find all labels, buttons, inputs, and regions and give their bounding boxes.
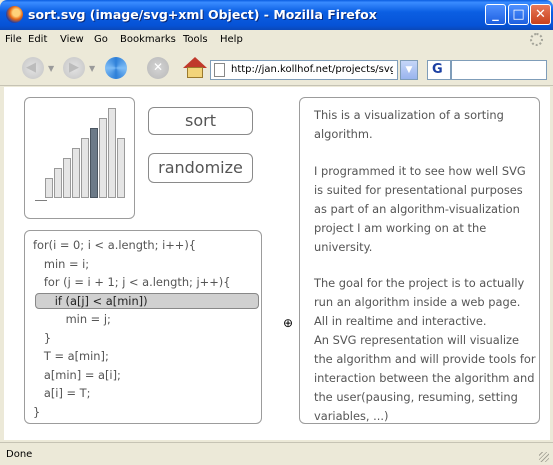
- sort-bar: [108, 108, 116, 198]
- go-button[interactable]: G: [427, 60, 451, 80]
- code-line: min = j;: [33, 312, 111, 326]
- code-line: min = i;: [33, 256, 90, 271]
- stop-button[interactable]: [147, 57, 169, 79]
- minimize-button[interactable]: _: [485, 4, 506, 25]
- window-title: sort.svg (image/svg+xml Object) - Mozill…: [28, 7, 377, 22]
- close-button[interactable]: ✕: [530, 4, 551, 25]
- page-content: sort randomize for(i = 0; i < a.length; …: [4, 87, 550, 440]
- title-bar[interactable]: sort.svg (image/svg+xml Object) - Mozill…: [0, 0, 553, 30]
- forward-button[interactable]: [63, 57, 85, 79]
- code-line: a[min] = a[i];: [33, 367, 121, 382]
- go-icon: G: [432, 62, 443, 77]
- description-panel: This is a visualization of a sorting alg…: [299, 97, 540, 424]
- menu-tools[interactable]: Tools: [183, 34, 208, 45]
- code-line: }: [33, 330, 52, 345]
- url-text[interactable]: http://jan.kollhof.net/projects/svg/e:: [231, 64, 393, 75]
- randomize-button[interactable]: randomize: [148, 153, 253, 183]
- url-dropdown-button[interactable]: ▼: [400, 60, 418, 80]
- code-panel: for(i = 0; i < a.length; i++){ min = i; …: [24, 230, 262, 424]
- menu-bookmarks[interactable]: Bookmarks: [120, 34, 176, 45]
- maximize-button[interactable]: □: [508, 4, 529, 25]
- description-paragraph: An SVG representation will visualize the…: [314, 333, 536, 423]
- code-line: T = a[min];: [33, 349, 109, 363]
- sort-bar: [72, 148, 80, 198]
- sort-bar: [99, 118, 107, 198]
- code-line: for (j = i + 1; j < a.length; j++){: [33, 275, 231, 289]
- back-dropdown-icon[interactable]: ▼: [48, 64, 54, 73]
- reload-button[interactable]: [105, 57, 127, 79]
- status-text: Done: [6, 449, 33, 460]
- home-button[interactable]: [183, 57, 207, 79]
- back-button[interactable]: [22, 57, 44, 79]
- address-bar[interactable]: http://jan.kollhof.net/projects/svg/e:: [210, 60, 398, 80]
- status-bar: Done: [0, 442, 553, 465]
- sort-bar: [54, 168, 62, 198]
- menu-edit[interactable]: Edit: [28, 34, 47, 45]
- menu-file[interactable]: File: [5, 34, 22, 45]
- code-line-active: if (a[j] < a[min]): [33, 293, 148, 308]
- sort-bar: [45, 178, 53, 198]
- code-line: }: [33, 404, 41, 419]
- menu-bar: File Edit View Go Bookmarks Tools Help: [0, 30, 553, 50]
- zoom-cursor-icon: ⊕: [283, 316, 294, 330]
- sort-button[interactable]: sort: [148, 107, 253, 135]
- menu-go[interactable]: Go: [94, 34, 108, 45]
- code-line: for(i = 0; i < a.length; i++){: [33, 238, 197, 252]
- code-line: a[i] = T;: [33, 386, 91, 400]
- navigation-toolbar: ▼ ▼ http://jan.kollhof.net/projects/svg/…: [0, 50, 553, 86]
- description-paragraph: The goal for the project is to actually …: [314, 276, 525, 328]
- menu-view[interactable]: View: [60, 34, 84, 45]
- bar-visualization: [24, 97, 135, 219]
- description-paragraph: This is a visualization of a sorting alg…: [314, 108, 504, 141]
- sort-bar: [117, 138, 125, 198]
- menu-help[interactable]: Help: [220, 34, 243, 45]
- firefox-icon: [6, 6, 23, 23]
- sort-bar: [90, 128, 98, 198]
- description-paragraph: I programmed it to see how well SVG is s…: [314, 164, 526, 254]
- axis-line: [35, 200, 47, 201]
- forward-dropdown-icon[interactable]: ▼: [89, 64, 95, 73]
- resize-grip-icon[interactable]: [539, 452, 549, 462]
- page-icon: [214, 63, 225, 77]
- throbber-icon: [530, 33, 543, 46]
- sort-bar: [63, 158, 71, 198]
- sort-bar: [81, 138, 89, 198]
- search-input[interactable]: [451, 60, 547, 80]
